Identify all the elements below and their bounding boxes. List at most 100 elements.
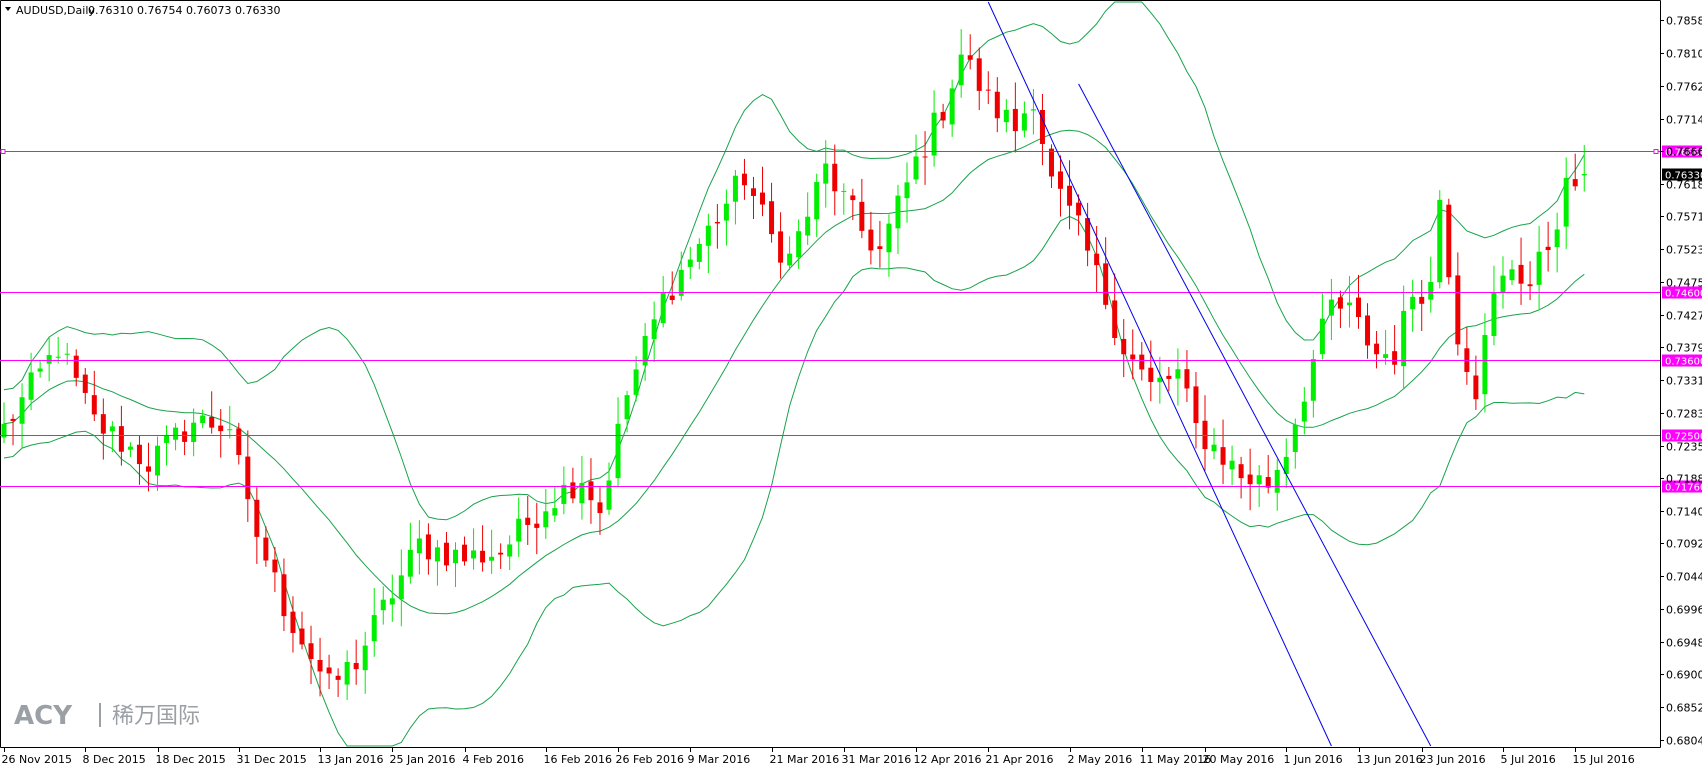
candle-body (127, 446, 133, 450)
time-tick-label: 21 Mar 2016 (770, 753, 840, 766)
candle-body (1509, 269, 1515, 281)
candle-body (1148, 367, 1154, 382)
candle-body (778, 231, 784, 263)
symbol-label: AUDUSD,Daily (16, 4, 95, 17)
candle-body (1292, 424, 1298, 452)
candle-body (967, 55, 973, 60)
price-tick-label: 0.75710 (1666, 211, 1702, 224)
candle-body (1247, 474, 1253, 485)
candle-body (1094, 253, 1100, 266)
candle (1446, 198, 1452, 285)
candle-body (299, 628, 305, 645)
candle-body (290, 611, 296, 633)
candle-body (1491, 292, 1497, 336)
price-tick-label: 0.69960 (1666, 604, 1702, 617)
candle-body (534, 523, 540, 528)
candle-body (1527, 284, 1533, 287)
candle-body (922, 156, 928, 158)
price-tick-label: 0.76180 (1666, 179, 1702, 192)
candle-body (1003, 109, 1009, 123)
candle-body (480, 550, 486, 563)
price-tick-label: 0.74750 (1666, 277, 1702, 290)
price-tick-label: 0.77140 (1666, 114, 1702, 127)
time-tick-label: 23 Jun 2016 (1420, 753, 1486, 766)
price-tick-label: 0.71400 (1666, 506, 1702, 519)
candle-body (326, 667, 332, 674)
level-handle-left[interactable] (0, 149, 6, 154)
candle-body (118, 426, 124, 452)
candle-body (985, 89, 991, 91)
candle-body (407, 549, 413, 577)
candle-body (1184, 369, 1190, 389)
candle-body (19, 397, 25, 424)
time-tick-label: 15 Jul 2016 (1573, 753, 1635, 766)
candle-body (1319, 318, 1325, 355)
candle-body (245, 456, 251, 500)
candle-body (642, 336, 648, 366)
candle-body (471, 550, 477, 559)
candle-body (462, 544, 468, 562)
candle-body (732, 175, 738, 202)
candle-body (317, 660, 323, 672)
candle-body (994, 91, 1000, 119)
time-tick-label: 26 Nov 2015 (2, 753, 72, 766)
candle-body (344, 661, 350, 685)
candle-body (814, 182, 820, 220)
candle-body (1410, 296, 1416, 310)
candle-body (1238, 464, 1244, 479)
price-tick-label: 0.73310 (1666, 375, 1702, 388)
candle-body (1554, 229, 1560, 248)
brand-logo-text: ACY (14, 701, 73, 731)
brand-logo-cn: 稀万国际 (112, 704, 200, 729)
candle-body (570, 482, 576, 499)
candle-body (561, 484, 567, 504)
candle-body (1220, 447, 1226, 465)
candle-body (1085, 218, 1091, 251)
time-tick-label: 11 May 2016 (1140, 753, 1212, 766)
candle-body (624, 395, 630, 420)
candle-body (769, 201, 775, 235)
candle-body (1392, 351, 1398, 365)
time-tick-label: 13 Jun 2016 (1357, 753, 1423, 766)
candle-body (145, 466, 151, 472)
price-tick-label: 0.70440 (1666, 571, 1702, 584)
candle-body (335, 675, 341, 680)
candle-body (1030, 109, 1036, 111)
candle-body (1076, 202, 1082, 216)
candle-body (453, 549, 458, 564)
candle-body (904, 182, 910, 199)
candle-body (100, 414, 106, 434)
time-tick-label: 9 Mar 2016 (688, 753, 751, 766)
candle-body (173, 427, 179, 440)
candle-body (913, 156, 919, 180)
time-tick-label: 1 Jun 2016 (1284, 753, 1343, 766)
candle-body (940, 111, 946, 121)
candle-body (64, 353, 70, 355)
candle-body (1446, 204, 1452, 278)
candle-body (823, 163, 829, 184)
candle-body (281, 574, 287, 617)
price-tick-label: 0.72350 (1666, 441, 1702, 454)
candle-body (760, 192, 766, 205)
candle-body (182, 431, 188, 442)
level-price-label: 0.74600 (1665, 289, 1702, 300)
candle-body (1130, 354, 1136, 360)
price-tick-label: 0.71880 (1666, 473, 1702, 486)
candle-body (236, 428, 242, 455)
candle-body (579, 482, 585, 504)
candle-body (91, 395, 97, 415)
candle-body (1545, 246, 1551, 251)
candle-body (272, 559, 278, 573)
candle-body (489, 556, 495, 561)
candle-body (606, 480, 612, 510)
candle-body (1175, 369, 1181, 379)
time-tick-label: 26 Feb 2016 (616, 753, 684, 766)
candle-body (82, 374, 88, 393)
candle-body (714, 221, 720, 224)
level-handle-right[interactable] (1653, 149, 1659, 154)
candle-body (678, 269, 684, 296)
candle-body (1473, 375, 1479, 400)
candle-body (895, 195, 901, 229)
time-tick-label: 13 Jan 2016 (318, 753, 384, 766)
candle-body (588, 481, 594, 501)
